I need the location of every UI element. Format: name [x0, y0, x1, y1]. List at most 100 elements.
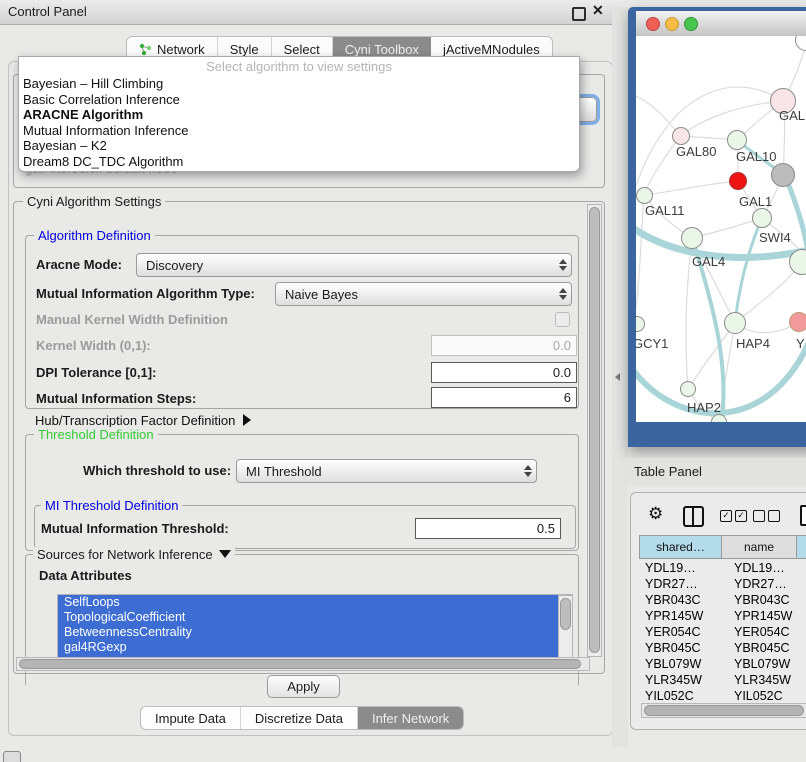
- kernel-width-label: Kernel Width (0,1):: [36, 338, 151, 353]
- panel-divider[interactable]: [612, 7, 628, 747]
- mi-threshold-group-title: MI Threshold Definition: [41, 498, 182, 513]
- node-label: HAP2: [687, 400, 721, 415]
- tab-impute-data[interactable]: Impute Data: [141, 707, 241, 729]
- table-panel-title: Table Panel: [634, 464, 702, 479]
- dpi-tolerance-field[interactable]: 0.0: [431, 362, 577, 383]
- tab-cyni-toolbox-label: Cyni Toolbox: [345, 42, 419, 57]
- mac-close-icon[interactable]: [646, 17, 660, 31]
- scrollbar-thumb[interactable]: [589, 207, 600, 653]
- popup-item-selected[interactable]: ARACNE Algorithm: [19, 107, 579, 123]
- sources-group-title[interactable]: Sources for Network Inference: [33, 547, 235, 562]
- scrollbar-thumb[interactable]: [19, 659, 581, 669]
- node-label: GAL11: [645, 203, 685, 218]
- data-attributes-label: Data Attributes: [39, 568, 132, 583]
- algorithm-definition-title: Algorithm Definition: [34, 228, 155, 243]
- network-node-gal80[interactable]: [672, 127, 690, 145]
- column-header-shared[interactable]: shared…: [639, 535, 722, 559]
- mi-type-combo[interactable]: Naive Bayes: [275, 282, 572, 306]
- list-item[interactable]: BetweennessCentrality: [58, 625, 572, 640]
- float-window-icon[interactable]: [572, 7, 586, 21]
- network-node-gal4[interactable]: [681, 227, 703, 249]
- list-item[interactable]: SelfLoops: [58, 595, 572, 610]
- mi-threshold-group: MI Threshold Definition Mutual Informati…: [34, 505, 576, 549]
- table-panel-header: Table Panel: [622, 458, 806, 486]
- cell: YPR145W: [639, 609, 728, 624]
- cell: YDL19…: [728, 561, 806, 576]
- mac-minimize-icon[interactable]: [665, 17, 679, 31]
- network-node-gal11[interactable]: [636, 187, 653, 204]
- table-row[interactable]: YDL19…YDL19…13: [639, 561, 806, 576]
- list-item[interactable]: TopologicalCoefficient: [58, 610, 572, 625]
- network-icon: [139, 43, 152, 56]
- settings-horizontal-scrollbar[interactable]: [16, 657, 590, 671]
- columns-icon[interactable]: [683, 506, 704, 527]
- scrollbar-thumb[interactable]: [560, 598, 571, 630]
- tab-impute-data-label: Impute Data: [155, 711, 226, 726]
- popup-item[interactable]: Basic Correlation Inference: [19, 92, 579, 108]
- node-label: GAL: [779, 108, 805, 123]
- table-row[interactable]: YDR27…YDR27…12: [639, 577, 806, 592]
- table-row[interactable]: YIL052CYIL052C9.: [639, 689, 806, 704]
- close-icon[interactable]: ✕: [592, 2, 604, 19]
- cell: YBR043C: [639, 593, 728, 608]
- table-row[interactable]: YBR043CYBR043C: [639, 593, 806, 608]
- which-threshold-value: MI Threshold: [237, 464, 520, 479]
- table-row[interactable]: YBL079WYBL079W: [639, 657, 806, 672]
- tab-infer-network[interactable]: Infer Network: [358, 707, 463, 729]
- tab-discretize-data[interactable]: Discretize Data: [241, 707, 358, 729]
- network-node-gal10[interactable]: [727, 130, 747, 150]
- table-horizontal-scrollbar[interactable]: [641, 703, 806, 718]
- network-node-hap4[interactable]: [724, 312, 746, 334]
- list-item[interactable]: gal4RGexp: [58, 640, 572, 655]
- mac-zoom-icon[interactable]: [684, 17, 698, 31]
- table-row[interactable]: YER054CYER054C8.: [639, 625, 806, 640]
- unselect-all-checkboxes-icon[interactable]: [753, 510, 780, 522]
- cell: YBR043C: [728, 593, 806, 608]
- column-header-clipped[interactable]: A: [797, 535, 806, 559]
- popup-placeholder: Select algorithm to view settings: [19, 57, 579, 76]
- table-row[interactable]: YBR045CYBR045C9.: [639, 641, 806, 656]
- collapse-left-icon[interactable]: [615, 373, 620, 381]
- control-panel-titlebar: Control Panel ✕: [0, 0, 620, 25]
- hub-definition-toggle[interactable]: Hub/Transcription Factor Definition: [35, 413, 251, 428]
- attributes-list-scrollbar[interactable]: [558, 595, 573, 658]
- popup-item[interactable]: Bayesian – K2: [19, 138, 579, 154]
- table-row[interactable]: YPR145WYPR145W9.: [639, 609, 806, 624]
- column-header-name[interactable]: name: [722, 535, 797, 559]
- network-canvas[interactable]: GAL GAL80 GAL10 GAL1 GAL11 SWI4 GAL4 GCY…: [636, 36, 806, 422]
- node-label: GAL1: [739, 194, 772, 209]
- kernel-width-field[interactable]: 0.0: [431, 335, 577, 356]
- network-window[interactable]: GAL GAL80 GAL10 GAL1 GAL11 SWI4 GAL4 GCY…: [628, 7, 806, 447]
- table-row[interactable]: YLR345WYLR345W9.: [639, 673, 806, 688]
- bottom-left-partial-icon[interactable]: [3, 751, 21, 762]
- mi-threshold-label: Mutual Information Threshold:: [41, 521, 229, 536]
- network-node[interactable]: [771, 163, 795, 187]
- collapse-down-icon: [219, 550, 231, 558]
- network-node-selected[interactable]: [729, 172, 747, 190]
- node-label: GAL80: [676, 144, 716, 159]
- network-node-gal1[interactable]: [752, 208, 772, 228]
- network-node-hap2[interactable]: [680, 381, 696, 397]
- manual-kernel-checkbox[interactable]: [555, 312, 570, 327]
- threshold-definition-title: Threshold Definition: [34, 427, 158, 442]
- network-window-titlebar[interactable]: [636, 11, 806, 37]
- sources-title-label: Sources for Network Inference: [37, 547, 213, 562]
- gear-icon[interactable]: ⚙: [648, 504, 663, 524]
- popup-item[interactable]: Mutual Information Inference: [19, 123, 579, 139]
- combo-stepper-icon: [520, 465, 536, 477]
- settings-vertical-scrollbar[interactable]: [587, 204, 602, 657]
- node-label: Y: [796, 336, 805, 351]
- popup-item[interactable]: Bayesian – Hill Climbing: [19, 76, 579, 92]
- which-threshold-combo[interactable]: MI Threshold: [236, 459, 537, 483]
- popup-item[interactable]: Dream8 DC_TDC Algorithm: [19, 154, 579, 170]
- expand-right-icon: [243, 414, 251, 426]
- select-all-checkboxes-icon[interactable]: ✓ ✓: [720, 510, 747, 522]
- mi-threshold-field[interactable]: 0.5: [415, 518, 561, 539]
- apply-button[interactable]: Apply: [267, 675, 340, 698]
- data-attributes-list[interactable]: SelfLoops TopologicalCoefficient Between…: [57, 594, 573, 659]
- aracne-mode-combo[interactable]: Discovery: [136, 253, 572, 277]
- document-icon[interactable]: [800, 505, 806, 526]
- mi-steps-field[interactable]: 6: [431, 387, 577, 408]
- scrollbar-thumb[interactable]: [644, 705, 804, 716]
- network-node[interactable]: [789, 312, 806, 332]
